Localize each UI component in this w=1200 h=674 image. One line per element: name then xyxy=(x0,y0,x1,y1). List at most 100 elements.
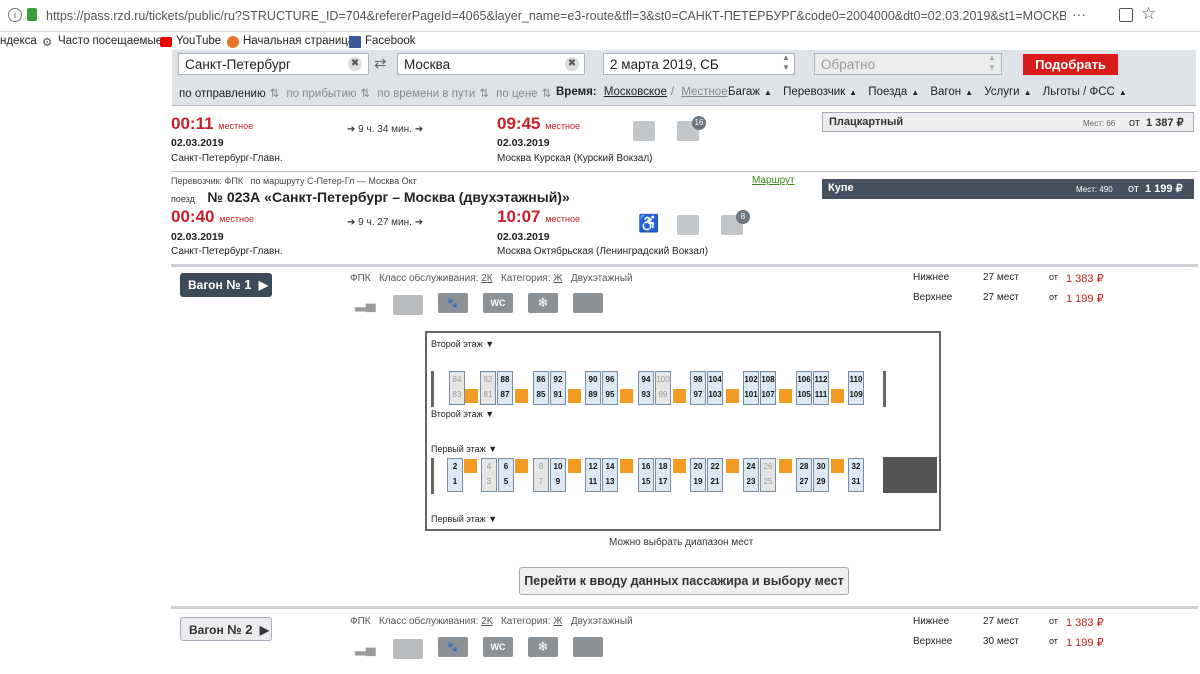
time-local[interactable]: Местное xyxy=(681,86,727,98)
category-label: Категория: xyxy=(500,273,551,284)
seat-number-lower: 29 xyxy=(816,477,826,486)
arrow-right-icon: ➔ xyxy=(347,124,356,135)
sort-by-price[interactable]: по цене xyxy=(496,88,537,100)
wc-icon: WC xyxy=(483,293,513,313)
carrier-info: Перевозчик: ФПК по маршруту С-Петер-Гл —… xyxy=(171,176,417,186)
filter-benefits[interactable]: Льготы / ФСС xyxy=(1043,86,1115,98)
wc-icon: WC xyxy=(483,637,513,657)
route-link[interactable]: Маршрут xyxy=(752,175,795,186)
seat-pair[interactable]: 20 19 xyxy=(690,458,706,492)
time-label: Время: xyxy=(556,86,597,98)
wheelchair-icon: ♿ xyxy=(638,214,660,233)
play-icon: ▶ xyxy=(258,278,269,292)
seat-number-lower: 17 xyxy=(658,477,668,486)
sort-bar: по отправлению ⇅ по прибытию ⇅ по времени … xyxy=(179,86,555,100)
lower-label: Нижнее xyxy=(913,616,950,627)
swap-icon[interactable]: ⇄ xyxy=(374,54,387,72)
seat-pair: 43 xyxy=(481,458,497,492)
class-value[interactable]: 2К xyxy=(481,273,492,284)
cars-count-badge: 8 xyxy=(736,210,750,224)
lower-price: 1 383 ₽ xyxy=(1066,273,1104,285)
car-2-button[interactable]: Вагон № 2 ▶ xyxy=(180,617,272,641)
clear-from-icon[interactable]: ✖ xyxy=(348,57,362,71)
car-label: Вагон xyxy=(188,278,223,292)
arr-date: 02.03.2019 xyxy=(497,137,550,149)
facebook-icon xyxy=(349,36,361,48)
bookmark-most-visited[interactable]: Часто посещаемые xyxy=(58,35,162,47)
clear-to-icon[interactable]: ✖ xyxy=(565,57,579,71)
date-spinner-icon[interactable]: ▲ ▼ xyxy=(782,53,790,73)
sort-by-departure[interactable]: по отправлению xyxy=(179,88,266,100)
return-spinner-icon[interactable]: ▲ ▼ xyxy=(988,53,996,73)
tariff-platskart[interactable]: Плацкартный Мест: 66 от 1 387 ₽ xyxy=(822,112,1194,132)
date-input[interactable]: 2 марта 2019, СБ xyxy=(603,53,795,75)
filter-car[interactable]: Вагон xyxy=(930,86,961,98)
filter-services[interactable]: Услуги xyxy=(984,86,1019,98)
seat-number-upper: 30 xyxy=(816,462,826,471)
seat-number-upper: 18 xyxy=(658,462,668,471)
lower-price: 1 383 ₽ xyxy=(1066,617,1104,629)
lower-seats-row: Нижнее 27 мест от 1 383 ₽ xyxy=(913,616,1104,629)
seat-number-lower: 31 xyxy=(851,477,861,486)
seat-pair[interactable]: 30 29 xyxy=(813,458,829,492)
seat-pair[interactable]: 28 27 xyxy=(796,458,812,492)
caret-up-icon: ▲ xyxy=(849,88,858,97)
seat-pair[interactable]: 24 23 xyxy=(743,458,759,492)
arr-station: Москва Октябрьская (Ленинградский Вокзал… xyxy=(497,246,709,257)
seat-pair[interactable]: 22 21 xyxy=(707,458,723,492)
seat-pair[interactable]: 16 15 xyxy=(638,458,654,492)
bookmarks-bar: ндекса ⚙ Часто посещаемые YouTube Началь… xyxy=(0,32,1200,52)
search-submit-button[interactable]: Подобрать xyxy=(1023,54,1118,75)
bookmark-facebook[interactable]: Facebook xyxy=(365,35,416,47)
proceed-button[interactable]: Перейти к вводу данных пассажира и выбор… xyxy=(519,567,849,595)
class-label: Класс обслуживания: xyxy=(378,616,479,627)
seat-pair[interactable]: 21 xyxy=(447,458,463,492)
dep-station: Санкт-Петербург-Главн. xyxy=(171,246,283,257)
caret-up-icon: ▲ xyxy=(965,88,974,97)
seat-pair[interactable]: 32 31 xyxy=(848,458,864,492)
more-icon[interactable]: ··· xyxy=(1072,6,1086,22)
car-2-panel: Вагон № 2 ▶ ФПК Класс обслуживания: 2К К… xyxy=(171,606,1198,674)
filter-carrier[interactable]: Перевозчик xyxy=(783,86,845,98)
tariff-from: от xyxy=(1129,117,1140,129)
seat-number-lower: 27 xyxy=(799,477,809,486)
car-1-button[interactable]: Вагон № 1 ▶ xyxy=(180,273,272,297)
sort-by-travel-time[interactable]: по времени в пути xyxy=(377,88,475,100)
bookmark-star-icon[interactable]: ☆ xyxy=(1141,4,1156,24)
category-value[interactable]: Ж xyxy=(553,616,562,627)
return-date-input[interactable]: Обратно xyxy=(814,53,1002,75)
seat-pair[interactable]: 10 9 xyxy=(550,458,566,492)
lower-seats-row: Нижнее 27 мест от 1 383 ₽ xyxy=(913,272,1104,285)
filter-baggage[interactable]: Багаж xyxy=(728,86,760,98)
to-input[interactable]: Москва xyxy=(397,53,585,75)
tariff-kupe[interactable]: Купе Мест: 490 от 1 199 ₽ xyxy=(822,179,1194,199)
seat-pair[interactable]: 18 17 xyxy=(655,458,671,492)
seat-number-upper: 4 xyxy=(486,462,492,471)
seat-pair[interactable]: 65 xyxy=(498,458,514,492)
bedding-icon xyxy=(573,637,603,657)
bookmark-yandex[interactable]: ндекса xyxy=(0,35,37,47)
bookmark-youtube[interactable]: YouTube xyxy=(176,35,221,47)
pocket-icon[interactable] xyxy=(1119,8,1133,22)
upper-price: 1 199 ₽ xyxy=(1066,637,1104,649)
category-label: Категория: xyxy=(500,616,551,627)
seat-pair[interactable]: 14 13 xyxy=(602,458,618,492)
seat-number-upper: 28 xyxy=(799,462,809,471)
url-input[interactable]: https://pass.rzd.ru/tickets/public/ru?ST… xyxy=(46,9,1066,23)
from-input[interactable]: Санкт-Петербург xyxy=(178,53,369,75)
signal-icon: ▂▄ xyxy=(355,295,376,311)
class-value[interactable]: 2К xyxy=(481,616,492,627)
sort-by-arrival[interactable]: по прибытию xyxy=(286,88,356,100)
caret-up-icon: ▲ xyxy=(911,88,920,97)
car-1-panel: Вагон № 1 ▶ ФПК Класс обслуживания: 2К К… xyxy=(171,264,1198,606)
table-block xyxy=(673,459,686,473)
category-value[interactable]: Ж xyxy=(553,273,562,284)
seat-number-upper: 10 xyxy=(553,462,563,471)
time-moscow[interactable]: Московское xyxy=(604,86,667,98)
seat-number-lower: 15 xyxy=(641,477,651,486)
info-icon[interactable]: i xyxy=(8,8,22,22)
ac-icon: ❄ xyxy=(528,637,558,657)
bookmark-home[interactable]: Начальная страница xyxy=(243,35,354,47)
seat-pair[interactable]: 12 11 xyxy=(585,458,601,492)
filter-trains[interactable]: Поезда xyxy=(868,86,907,98)
